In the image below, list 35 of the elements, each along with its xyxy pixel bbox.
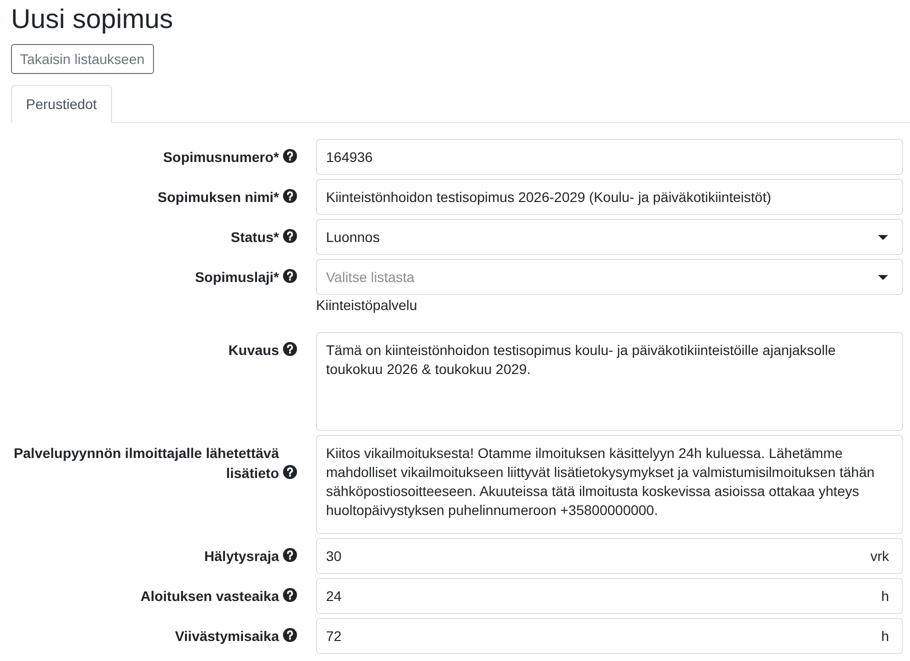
caret-icon (878, 274, 888, 280)
help-icon[interactable] (283, 465, 297, 479)
textarea-field[interactable]: Kiitos vikailmoituksesta! Otamme ilmoituksen käsittelyyn 24h kuluessa. Lähetämme mahdolliset vikailmoitukseen liittyvät lisätietokysymykset ja valmistumisilmoituksen tähän sähköpostiosoitteeseen. Akuuteissa tätä ilmoitusta koskevissa asioissa ottakaa yhteys huoltopäivystyksen puhelinnumeroon +35800000000. (316, 435, 903, 534)
textarea-field[interactable]: Tämä on kiinteistönhoidon testisopimus koulu- ja päiväkotikiinteistöille ajanjaksolle toukokuu 2026 & toukokuu 2029. (316, 332, 903, 431)
field-label: Sopimuksen nimi* (158, 188, 279, 207)
tab[interactable]: Perustiedot (11, 85, 112, 123)
unit-label: h (881, 628, 889, 644)
help-icon[interactable] (283, 149, 297, 163)
help-icon[interactable] (283, 548, 297, 562)
help-icon[interactable] (283, 588, 297, 602)
field-label: Kuvaus (228, 341, 279, 360)
field-label: Status* (230, 228, 279, 247)
number-field[interactable]: 24 h (316, 578, 903, 614)
helper-text: Kiinteistöpalvelu (316, 297, 418, 313)
help-icon[interactable] (283, 269, 297, 283)
back-button[interactable]: Takaisin listaukseen (11, 44, 154, 74)
unit-label: h (881, 588, 889, 604)
field-label: Viivästymisaika (174, 627, 279, 646)
help-icon[interactable] (283, 628, 297, 642)
field-label: Sopimuslaji* (194, 268, 279, 287)
caret-icon (878, 234, 888, 240)
field-label: Hälytysraja (204, 547, 279, 566)
unit-label: vrk (870, 548, 889, 564)
number-field[interactable]: 30 vrk (316, 538, 903, 574)
field-label: Palvelupyynnön ilmoittajalle lähetettävä lisätieto (12, 444, 279, 483)
page-title: Uusi sopimus (11, 3, 174, 36)
text-field[interactable]: 164936 (316, 139, 903, 175)
field-label: Aloituksen vasteaika (140, 587, 279, 606)
number-field[interactable]: 72 h (316, 618, 903, 654)
help-icon[interactable] (283, 342, 297, 356)
dropdown-field[interactable]: Luonnos (316, 219, 903, 255)
field-label: Sopimusnumero* (163, 148, 279, 167)
help-icon[interactable] (283, 189, 297, 203)
text-field[interactable]: Kiinteistönhoidon testisopimus 2026-2029 (Koulu- ja päiväkotikiinteistöt) (316, 179, 903, 215)
help-icon[interactable] (283, 229, 297, 243)
